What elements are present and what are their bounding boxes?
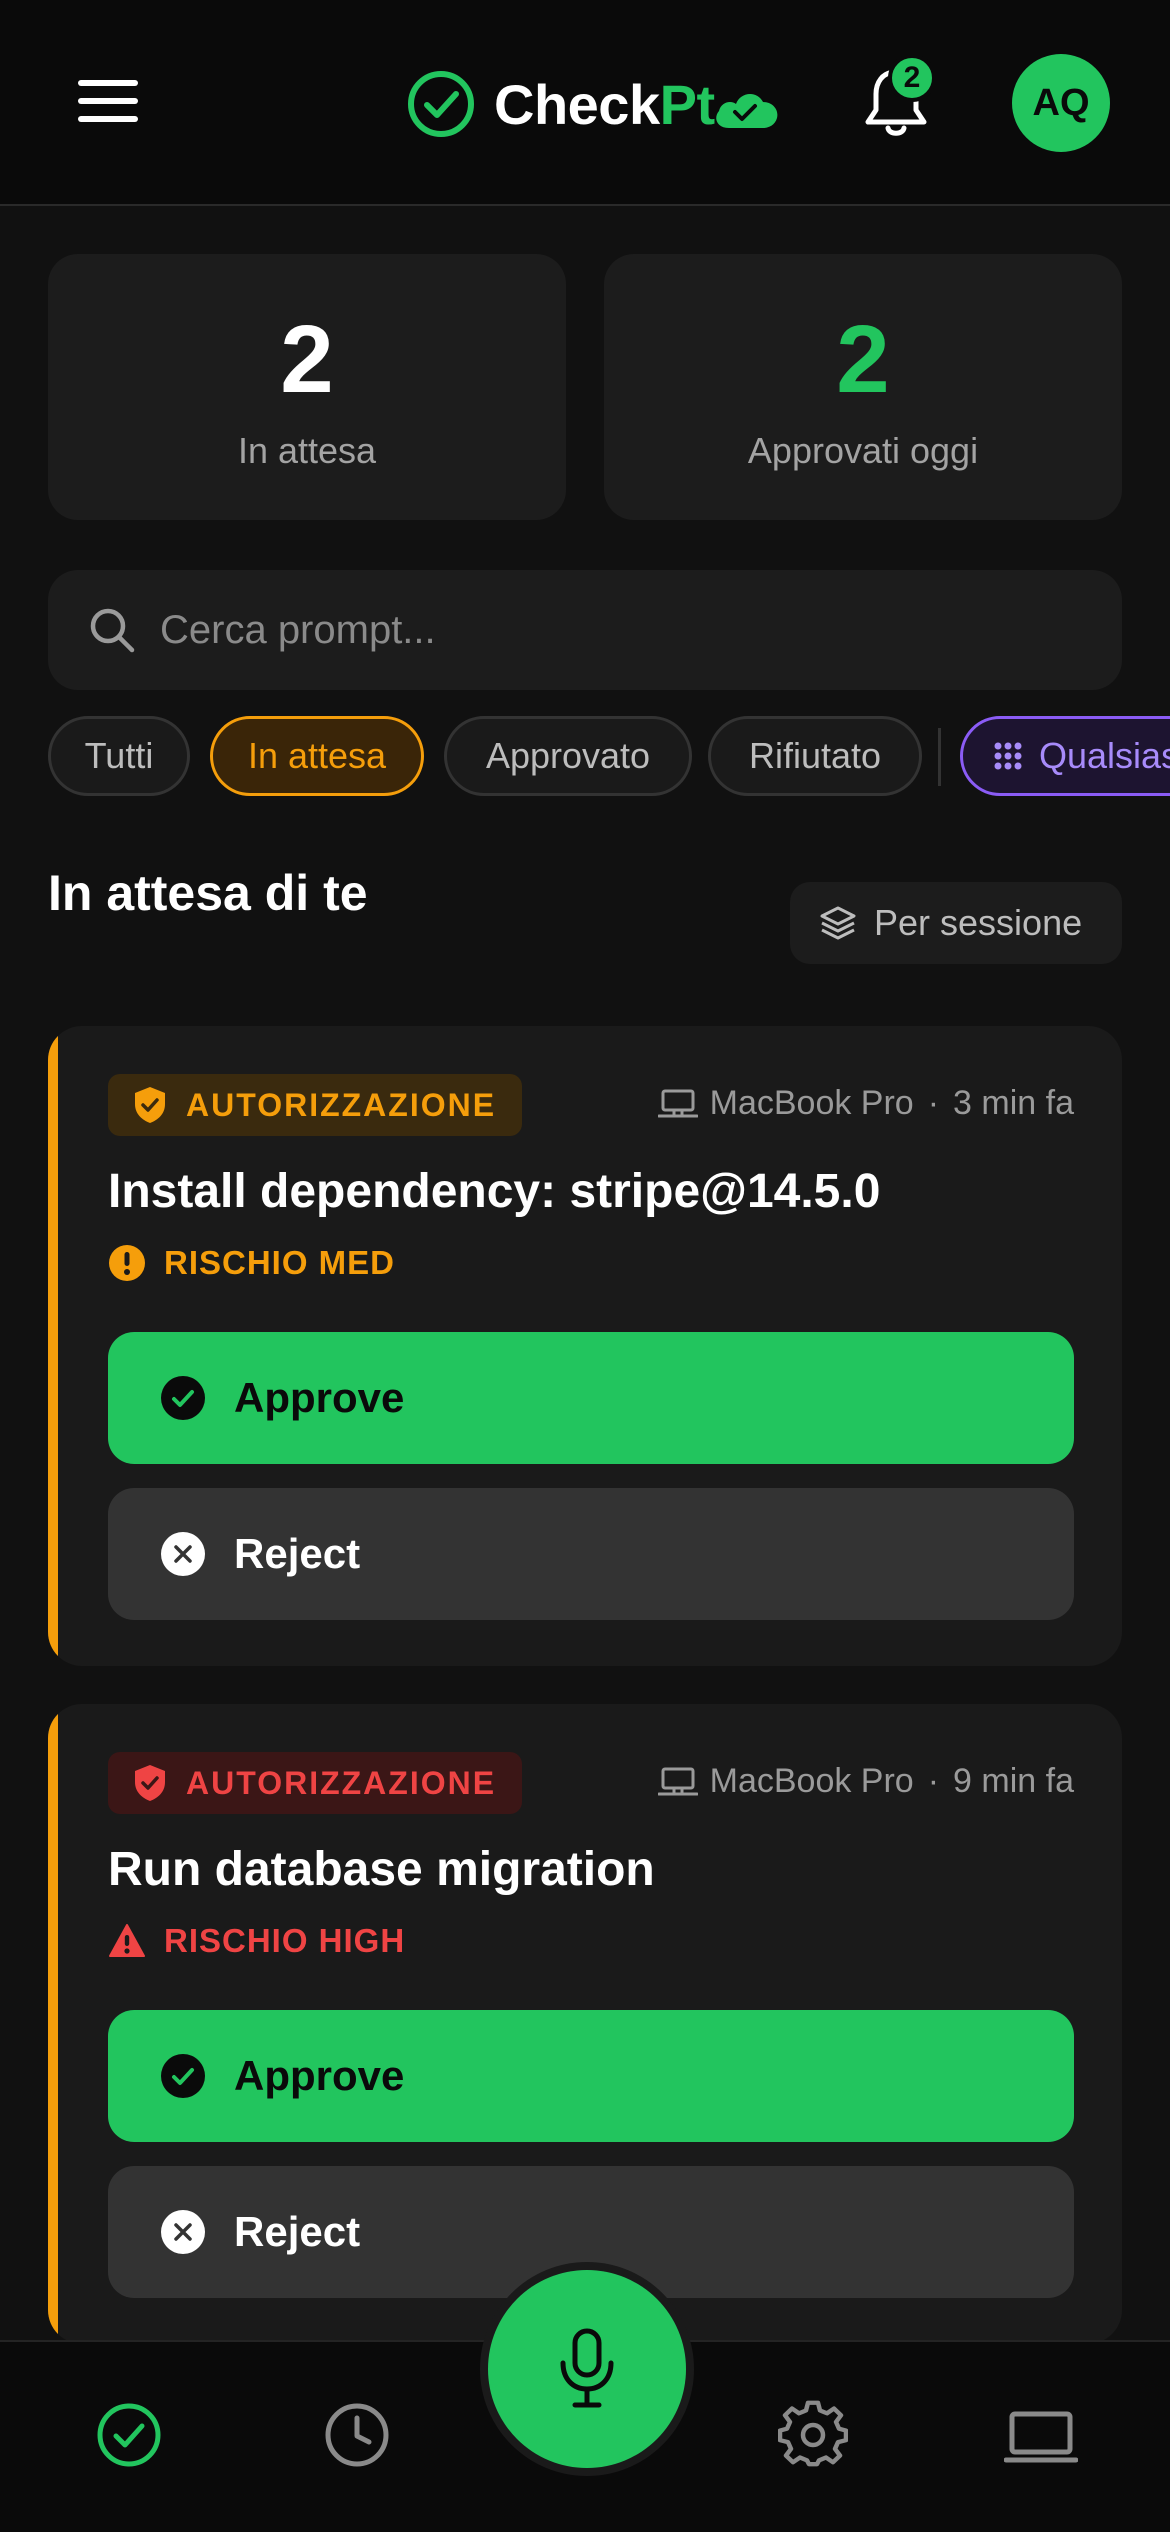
card-accent-bar: [48, 1026, 58, 1666]
filter-chip-rejected[interactable]: Rifiutato: [708, 716, 922, 796]
request-time: 9 min fa: [953, 1762, 1074, 1800]
approve-button[interactable]: Approve: [108, 2010, 1074, 2142]
reject-label: Reject: [234, 1530, 361, 1577]
device-name: MacBook Pro: [709, 1084, 914, 1122]
check-circle-icon: [161, 1376, 205, 1420]
request-title: Run database migration: [108, 1843, 655, 1896]
search-bar[interactable]: [48, 570, 1122, 690]
approved-today-count: 2: [836, 306, 890, 413]
section-title: In attesa di te: [48, 865, 368, 921]
microphone-icon: [560, 2328, 614, 2408]
risk-label: RISCHIO MED: [164, 1244, 396, 1281]
grid-icon: [994, 742, 1022, 770]
filter-chip-pending[interactable]: In attesa: [210, 716, 424, 796]
search-icon: [90, 608, 135, 653]
devices-icon[interactable]: [1004, 2400, 1078, 2470]
filter-chip-any-label: Qualsiasi: [1039, 735, 1170, 776]
stat-card-pending[interactable]: 2 In attesa: [48, 254, 566, 520]
hamburger-menu-icon[interactable]: [78, 80, 138, 124]
card-accent-bar: [48, 1704, 58, 2344]
filter-chip-all[interactable]: Tutti: [48, 716, 190, 796]
shield-check-icon: [135, 1087, 165, 1123]
meta-separator: ·: [927, 1084, 940, 1122]
authorization-tag: AUTORIZZAZIONE: [108, 1074, 523, 1136]
app-logo: CheckPt: [406, 66, 781, 142]
request-time: 3 min fa: [953, 1084, 1074, 1122]
stat-card-approved-today[interactable]: 2 Approvati oggi: [604, 254, 1122, 520]
reject-button[interactable]: Reject: [108, 1488, 1074, 1620]
settings-icon[interactable]: [778, 2400, 848, 2470]
approve-label: Approve: [234, 2052, 405, 2099]
request-card[interactable]: AUTORIZZAZIONE MacBook Pro · 9 min fa Ru…: [48, 1704, 1122, 2344]
x-circle-icon: [161, 1532, 205, 1576]
tag-label: AUTORIZZAZIONE: [186, 1086, 497, 1123]
x-circle-icon: [161, 2210, 205, 2254]
pending-label: In attesa: [237, 430, 377, 471]
device-name: MacBook Pro: [709, 1762, 914, 1800]
risk-label: RISCHIO HIGH: [164, 1922, 406, 1959]
approvals-icon[interactable]: [94, 2400, 164, 2470]
alert-circle-icon: [109, 1245, 145, 1281]
request-meta: MacBook Pro · 9 min fa: [657, 1762, 1074, 1801]
approved-today-label: Approvati oggi: [747, 430, 979, 471]
risk-level: RISCHIO HIGH: [108, 1922, 405, 1960]
microphone-button[interactable]: [488, 2270, 686, 2468]
filter-chips: Tutti In attesa Approvato Rifiutato Qual…: [48, 716, 1170, 798]
history-icon[interactable]: [322, 2400, 392, 2470]
request-meta: MacBook Pro · 3 min fa: [657, 1084, 1074, 1123]
reject-label: Reject: [234, 2208, 361, 2255]
group-by-session-label: Per sessione: [874, 902, 1083, 943]
risk-level: RISCHIO MED: [108, 1244, 395, 1282]
warning-triangle-icon: [109, 1924, 145, 1957]
meta-separator: ·: [927, 1762, 940, 1800]
filter-chip-any-device[interactable]: Qualsiasi: [960, 716, 1170, 796]
request-title: Install dependency: stripe@14.5.0: [108, 1165, 881, 1218]
request-card[interactable]: AUTORIZZAZIONE MacBook Pro · 3 min fa In…: [48, 1026, 1122, 1666]
check-circle-icon: [161, 2054, 205, 2098]
authorization-tag: AUTORIZZAZIONE: [108, 1752, 523, 1814]
shield-check-icon: [135, 1765, 165, 1801]
checkmark-circle-icon: [408, 71, 474, 137]
tag-label: AUTORIZZAZIONE: [186, 1764, 497, 1801]
pending-count: 2: [280, 306, 334, 413]
user-avatar[interactable]: AQ: [1012, 54, 1110, 152]
search-input[interactable]: [160, 607, 1060, 653]
approve-button[interactable]: Approve: [108, 1332, 1074, 1464]
cloud-check-icon: [715, 93, 777, 128]
filter-chip-approved[interactable]: Approvato: [444, 716, 692, 796]
laptop-icon: [657, 1767, 698, 1795]
laptop-icon: [657, 1089, 698, 1117]
group-by-session-button[interactable]: Per sessione: [790, 882, 1122, 964]
filter-divider: [938, 728, 941, 786]
app-name: CheckPt: [494, 72, 715, 136]
approve-label: Approve: [234, 1374, 405, 1421]
layers-icon: [820, 906, 856, 940]
app-header: CheckPt 2 AQ: [0, 0, 1170, 206]
notification-badge: 2: [888, 54, 936, 102]
